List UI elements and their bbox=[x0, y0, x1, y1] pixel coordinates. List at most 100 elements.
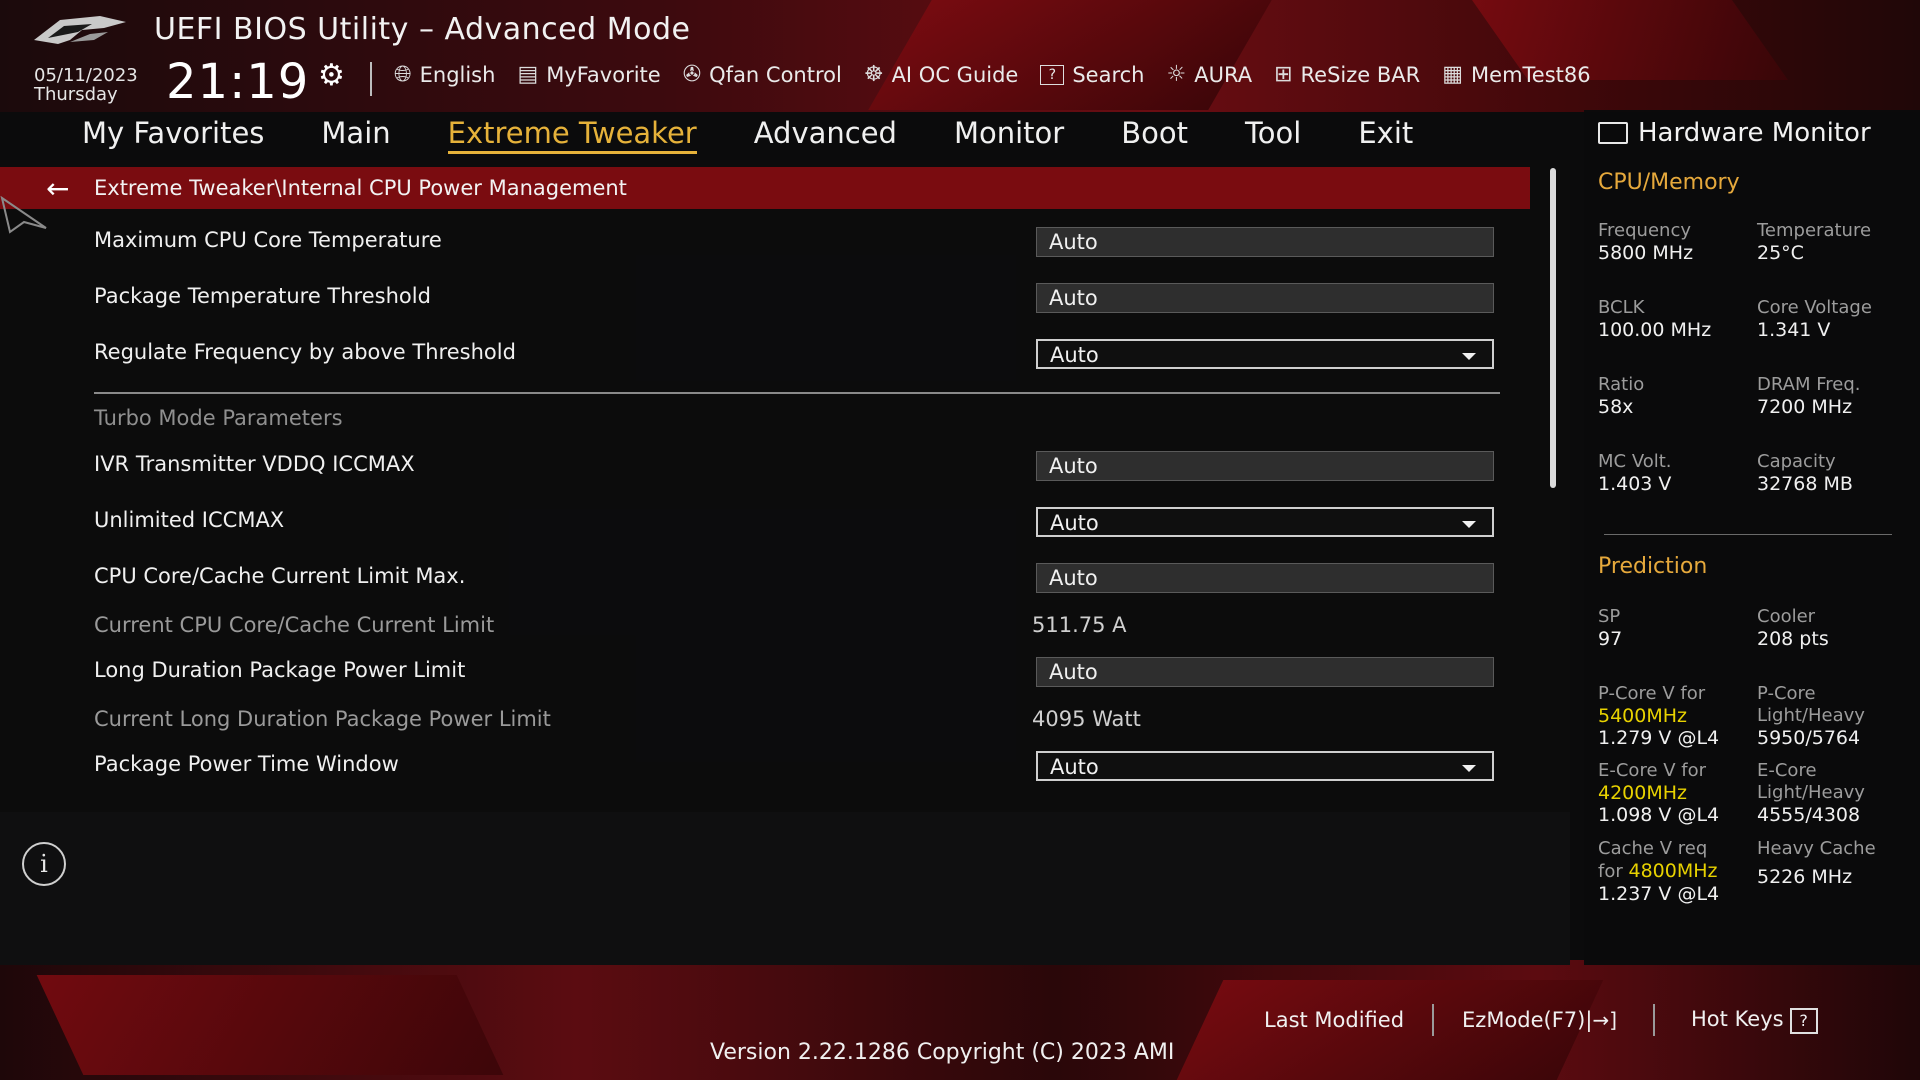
cache-v-value: 1.237 V @L4 bbox=[1598, 883, 1720, 905]
search-label: Search bbox=[1072, 62, 1145, 87]
pkg-temp-threshold-input[interactable]: Auto bbox=[1036, 283, 1494, 313]
long-duration-label: Long Duration Package Power Limit bbox=[94, 658, 466, 682]
long-duration-input[interactable]: Auto bbox=[1036, 657, 1494, 687]
current-core-cache-label: Current CPU Core/Cache Current Limit bbox=[94, 613, 495, 637]
hw-ecore-lh: E-Core Light/Heavy 4555/4308 bbox=[1757, 760, 1865, 826]
gear-icon[interactable]: ⚙ bbox=[318, 58, 345, 93]
pcore-v-label: P-Core V for bbox=[1598, 683, 1706, 704]
rog-logo bbox=[34, 16, 126, 44]
header-divider bbox=[370, 62, 372, 96]
tab-extreme-tweaker[interactable]: Extreme Tweaker bbox=[447, 116, 697, 154]
hw-frequency: Frequency 5800 MHz bbox=[1598, 220, 1693, 264]
pcore-lh-label-1: P-Core bbox=[1757, 683, 1816, 704]
ai-oc-guide-label: AI OC Guide bbox=[891, 62, 1019, 87]
ezmode-label: EzMode(F7)| bbox=[1462, 1008, 1593, 1032]
cpu-memory-heading: CPU/Memory bbox=[1598, 170, 1740, 195]
myfavorite-label: MyFavorite bbox=[546, 62, 661, 87]
fan-icon: ✇ bbox=[682, 62, 702, 87]
info-icon: i bbox=[22, 842, 66, 886]
cache-v-freq: 4800MHz bbox=[1628, 860, 1718, 882]
breadcrumb-text: Extreme Tweaker\Internal CPU Power Manag… bbox=[94, 176, 627, 200]
tab-boot[interactable]: Boot bbox=[1121, 116, 1188, 154]
ecore-lh-label-2: Light/Heavy bbox=[1757, 782, 1865, 803]
tab-my-favorites[interactable]: My Favorites bbox=[82, 116, 264, 154]
version-text: Version 2.22.1286 Copyright (C) 2023 AMI bbox=[710, 1040, 1175, 1065]
hw-cache-v: Cache V req for 4800MHz 1.237 V @L4 bbox=[1598, 838, 1719, 905]
max-cpu-core-temp-input[interactable]: Auto bbox=[1036, 227, 1494, 257]
tab-advanced[interactable]: Advanced bbox=[754, 116, 897, 154]
pcore-v-freq: 5400MHz bbox=[1598, 705, 1688, 727]
pkg-time-window-value: Auto bbox=[1050, 755, 1099, 779]
current-core-cache-value: 511.75 A bbox=[1032, 613, 1127, 637]
toolbar: 🌐︎ English ▤ MyFavorite ✇ Qfan Control ☸… bbox=[394, 62, 1591, 87]
language-button[interactable]: 🌐︎ English bbox=[394, 62, 495, 87]
frequency-value: 5800 MHz bbox=[1598, 242, 1694, 264]
hot-keys-button[interactable]: Hot Keys? bbox=[1691, 1007, 1818, 1034]
back-arrow-icon[interactable]: ← bbox=[46, 172, 86, 205]
section-divider bbox=[94, 392, 1500, 394]
ezmode-button[interactable]: EzMode(F7)|→] bbox=[1462, 1008, 1617, 1032]
memtest86-label: MemTest86 bbox=[1471, 62, 1591, 87]
date-display: 05/11/2023 Thursday bbox=[34, 66, 138, 104]
cache-v-label-line2: for 4800MHz bbox=[1598, 860, 1719, 883]
ratio-label: Ratio bbox=[1598, 374, 1645, 395]
hw-bclk: BCLK 100.00 MHz bbox=[1598, 297, 1711, 341]
hw-cooler: Cooler 208 pts bbox=[1757, 606, 1829, 650]
pkg-time-window-select[interactable]: Auto bbox=[1036, 751, 1494, 781]
ai-oc-guide-button[interactable]: ☸ AI OC Guide bbox=[864, 62, 1019, 87]
help-search-icon: ? bbox=[1040, 64, 1065, 85]
resize-bar-icon: ⊞ bbox=[1274, 62, 1293, 87]
chevron-down-icon bbox=[1462, 521, 1476, 528]
last-modified-button[interactable]: Last Modified bbox=[1264, 1008, 1404, 1032]
mouse-cursor-icon bbox=[0, 195, 47, 234]
pcore-lh-value: 5950/5764 bbox=[1757, 727, 1861, 749]
mc-volt-label: MC Volt. bbox=[1598, 451, 1672, 472]
tab-tool[interactable]: Tool bbox=[1245, 116, 1301, 154]
core-cache-limit-input[interactable]: Auto bbox=[1036, 563, 1494, 593]
unlimited-iccmax-select[interactable]: Auto bbox=[1036, 507, 1494, 537]
ecore-v-freq: 4200MHz bbox=[1598, 782, 1688, 804]
cache-v-label-1: Cache V req bbox=[1598, 838, 1708, 859]
ratio-value: 58x bbox=[1598, 396, 1634, 418]
resize-bar-button[interactable]: ⊞ ReSize BAR bbox=[1274, 62, 1420, 87]
oc-guide-icon: ☸ bbox=[863, 62, 884, 87]
aura-button[interactable]: ☼ AURA bbox=[1167, 62, 1253, 87]
date-text: 05/11/2023 bbox=[34, 65, 138, 86]
heavy-cache-label: Heavy Cache bbox=[1757, 838, 1876, 859]
hw-ecore-v: E-Core V for 4200MHz 1.098 V @L4 bbox=[1598, 760, 1719, 826]
memtest86-button[interactable]: ▦ MemTest86 bbox=[1442, 62, 1590, 87]
favorite-icon: ▤ bbox=[517, 62, 539, 87]
chevron-down-icon bbox=[1462, 353, 1476, 360]
pkg-time-window-label: Package Power Time Window bbox=[94, 752, 399, 776]
myfavorite-button[interactable]: ▤ MyFavorite bbox=[517, 62, 660, 87]
ecore-lh-value: 4555/4308 bbox=[1757, 804, 1861, 826]
hw-divider bbox=[1604, 534, 1892, 535]
prediction-heading: Prediction bbox=[1598, 554, 1708, 579]
regulate-freq-label: Regulate Frequency by above Threshold bbox=[94, 340, 516, 364]
hw-pcore-lh: P-Core Light/Heavy 5950/5764 bbox=[1757, 683, 1865, 749]
heavy-cache-value: 5226 MHz bbox=[1757, 866, 1853, 888]
dram-freq-label: DRAM Freq. bbox=[1757, 374, 1861, 395]
capacity-label: Capacity bbox=[1757, 451, 1836, 472]
main-nav: My Favorites Main Extreme Tweaker Advanc… bbox=[82, 116, 1413, 154]
tab-exit[interactable]: Exit bbox=[1358, 116, 1413, 154]
frequency-label: Frequency bbox=[1598, 220, 1691, 241]
regulate-freq-select[interactable]: Auto bbox=[1036, 339, 1494, 369]
max-cpu-core-temp-label: Maximum CPU Core Temperature bbox=[94, 228, 442, 252]
tab-main[interactable]: Main bbox=[321, 116, 390, 154]
bclk-label: BCLK bbox=[1598, 297, 1645, 318]
breadcrumb: ← Extreme Tweaker\Internal CPU Power Man… bbox=[0, 167, 1530, 209]
current-long-duration-value: 4095 Watt bbox=[1032, 707, 1141, 731]
current-long-duration-label: Current Long Duration Package Power Limi… bbox=[94, 707, 551, 731]
settings-scrollbar[interactable] bbox=[1550, 168, 1556, 488]
search-button[interactable]: ? Search bbox=[1040, 62, 1145, 87]
ivr-vddq-input[interactable]: Auto bbox=[1036, 451, 1494, 481]
aura-icon: ☼ bbox=[1166, 62, 1187, 87]
tab-monitor[interactable]: Monitor bbox=[954, 116, 1064, 154]
resize-bar-label: ReSize BAR bbox=[1300, 62, 1421, 87]
hw-core-voltage: Core Voltage 1.341 V bbox=[1757, 297, 1872, 341]
language-label: English bbox=[419, 62, 496, 87]
clock-display: 21:19 bbox=[166, 54, 310, 110]
qfan-control-button[interactable]: ✇ Qfan Control bbox=[683, 62, 842, 87]
ecore-v-label: E-Core V for bbox=[1598, 760, 1707, 781]
